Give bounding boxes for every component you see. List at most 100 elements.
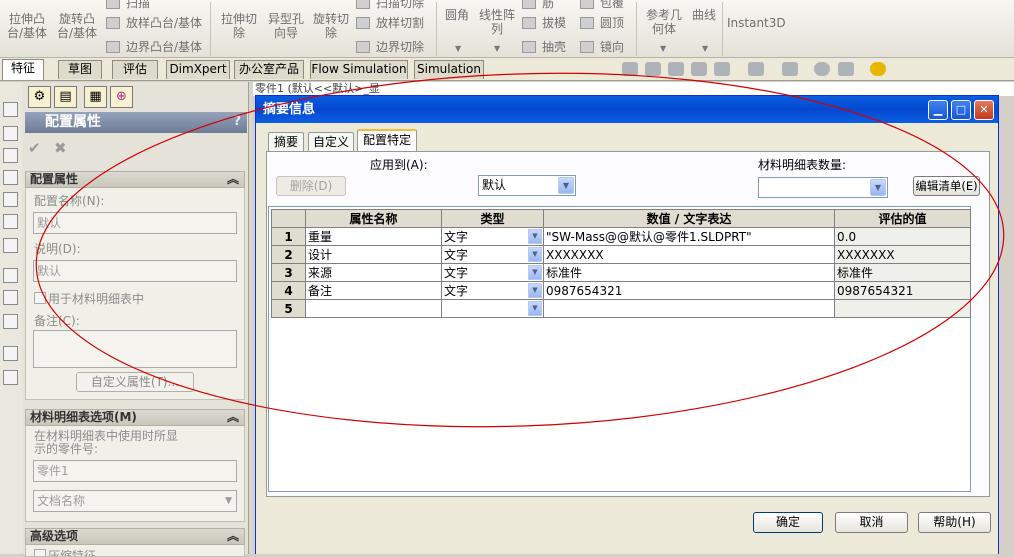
tab-flow-simulation[interactable]: Flow Simulation [310, 60, 408, 79]
shell-button[interactable]: 抽壳 [522, 38, 566, 55]
table-row[interactable]: 5 ▼ [271, 299, 971, 318]
doc-name-select[interactable]: 文档名称 ▼ [33, 490, 237, 512]
close-icon[interactable]: ✕ [974, 100, 994, 120]
value-cell[interactable] [543, 299, 835, 318]
dimxpert-manager-icon[interactable]: ⊕ [110, 86, 133, 108]
custom-properties-button[interactable]: 自定义属性(T)... [76, 372, 194, 392]
linear-pattern-button[interactable]: 线性阵 列 [475, 8, 519, 36]
row-number[interactable]: 3 [271, 263, 306, 282]
table-row[interactable]: 3 来源 文字 ▼ 标准件 标准件 [271, 263, 971, 282]
bom-checkbox[interactable] [34, 292, 46, 304]
bom-options-group-header[interactable]: 材料明细表选项(M) ︽ [25, 409, 245, 426]
sweep-button[interactable]: 扫描 [106, 0, 150, 11]
column-header-type[interactable]: 类型 [441, 209, 544, 228]
property-name-cell[interactable]: 备注 [305, 281, 442, 300]
chevron-down-icon[interactable]: ▼ [870, 179, 886, 196]
tab-office-products[interactable]: 办公室产品 [234, 60, 304, 79]
apply-scene-icon[interactable] [838, 62, 854, 76]
help-button[interactable]: 帮助(H) [918, 512, 991, 533]
comment-field[interactable] [33, 330, 237, 368]
collapse-chevron-icon[interactable]: ︽ [227, 529, 239, 544]
plane-icon[interactable] [3, 102, 18, 117]
feature-tree-root[interactable]: 零件1 (默认<<默认>_显 [255, 82, 380, 95]
loft-boss-button[interactable]: 放样凸台/基体 [106, 14, 202, 31]
config-properties-group-header[interactable]: 配置属性 ︽ [25, 171, 245, 188]
type-cell[interactable]: ▼ [441, 299, 544, 318]
boundary-cut-button[interactable]: 边界切除 [356, 38, 424, 55]
collapse-chevron-icon[interactable]: ︽ [227, 172, 239, 187]
section-view-icon[interactable] [691, 62, 707, 76]
minimize-icon[interactable]: ▁ [928, 100, 948, 120]
tab-dimxpert[interactable]: DimXpert [166, 60, 230, 79]
row-number[interactable]: 1 [271, 227, 306, 246]
advanced-options-group-header[interactable]: 高级选项 ︽ [25, 528, 245, 545]
display-style-icon[interactable] [748, 62, 764, 76]
view-settings-icon[interactable] [870, 62, 886, 76]
delete-button[interactable]: 删除(D) [276, 176, 346, 196]
type-cell[interactable]: 文字 ▼ [441, 263, 544, 282]
table-row[interactable]: 4 备注 文字 ▼ 0987654321 0987654321 [271, 281, 971, 300]
collapse-chevron-icon[interactable]: ︽ [227, 410, 239, 425]
instant3d-button[interactable]: Instant3D [727, 16, 786, 30]
revolved-cut-button[interactable]: 旋转切 除 [310, 12, 352, 40]
cube-icon[interactable] [3, 214, 18, 229]
column-header-value[interactable]: 数值 / 文字表达 [543, 209, 835, 228]
edit-appearance-icon[interactable] [814, 62, 830, 76]
ok-button[interactable]: 确定 [753, 512, 823, 533]
property-name-cell[interactable]: 来源 [305, 263, 442, 282]
loft-cut-button[interactable]: 放样切割 [356, 14, 424, 31]
cancel-x-icon[interactable]: ✖ [54, 139, 67, 157]
curves-dropdown-icon[interactable]: ▼ [702, 44, 708, 53]
fillet-button[interactable]: 圆角 [442, 8, 472, 22]
chevron-down-icon[interactable]: ▼ [528, 247, 542, 262]
chevron-down-icon[interactable]: ▼ [528, 229, 542, 244]
bom-quantity-select[interactable]: ▼ [758, 177, 888, 198]
tab-simulation[interactable]: Simulation [414, 60, 484, 79]
zoom-area-icon[interactable] [645, 62, 661, 76]
value-cell[interactable]: 0987654321 [543, 281, 835, 300]
column-header-evaluated[interactable]: 评估的值 [834, 209, 971, 228]
value-cell[interactable]: 标准件 [543, 263, 835, 282]
refgeom-dropdown-icon[interactable]: ▼ [660, 44, 666, 53]
hide-show-icon[interactable] [782, 62, 798, 76]
zoom-fit-icon[interactable] [622, 62, 638, 76]
hole-wizard-button[interactable]: 异型孔 向导 [264, 12, 308, 40]
tab-config-specific[interactable]: 配置特定 [357, 129, 417, 152]
tab-evaluate[interactable]: 评估 [112, 60, 158, 79]
cube-icon[interactable] [3, 170, 18, 185]
chevron-down-icon[interactable]: ▼ [528, 265, 542, 280]
type-cell[interactable]: 文字 ▼ [441, 281, 544, 300]
column-header-property-name[interactable]: 属性名称 [305, 209, 442, 228]
dialog-title-bar[interactable]: 摘要信息 ▁ □ ✕ [256, 96, 998, 123]
relations-icon[interactable] [3, 314, 18, 329]
pattern-dropdown-icon[interactable]: ▼ [494, 44, 500, 53]
previous-view-icon[interactable] [668, 62, 684, 76]
wrap-button[interactable]: 包覆 [580, 0, 624, 11]
extruded-boss-button[interactable]: 拉伸凸 台/基体 [6, 12, 48, 40]
chevron-down-icon[interactable]: ▼ [528, 283, 542, 298]
chevron-down-icon[interactable]: ▼ [558, 177, 574, 194]
configuration-manager-icon[interactable]: ▦ [84, 86, 107, 108]
tab-summary[interactable]: 摘要 [268, 132, 304, 151]
chevron-down-icon[interactable]: ▼ [528, 301, 542, 316]
view-orientation-icon[interactable] [714, 62, 730, 76]
mirror-button[interactable]: 镜向 [580, 38, 624, 55]
cube-icon[interactable] [3, 192, 18, 207]
suppress-features-checkbox[interactable] [34, 549, 46, 556]
ok-check-icon[interactable]: ✔ [28, 139, 41, 157]
cube-icon[interactable] [3, 126, 18, 141]
property-name-cell[interactable]: 设计 [305, 245, 442, 264]
smart-dimension-icon[interactable] [3, 290, 18, 305]
property-manager-icon[interactable]: ▤ [54, 86, 77, 108]
edit-list-button[interactable]: 编辑清单(E) [913, 176, 980, 196]
tab-custom[interactable]: 自定义 [308, 132, 354, 151]
property-name-cell[interactable] [305, 299, 442, 318]
type-cell[interactable]: 文字 ▼ [441, 245, 544, 264]
cancel-button[interactable]: 取消 [835, 512, 908, 533]
help-icon[interactable]: ? [233, 112, 241, 132]
rib-button[interactable]: 筋 [522, 0, 554, 11]
type-cell[interactable]: 文字 ▼ [441, 227, 544, 246]
table-row[interactable]: 2 设计 文字 ▼ XXXXXXX XXXXXXX [271, 245, 971, 264]
tab-features[interactable]: 特征 [2, 59, 44, 80]
sweep-cut-button[interactable]: 扫描切除 [356, 0, 424, 11]
